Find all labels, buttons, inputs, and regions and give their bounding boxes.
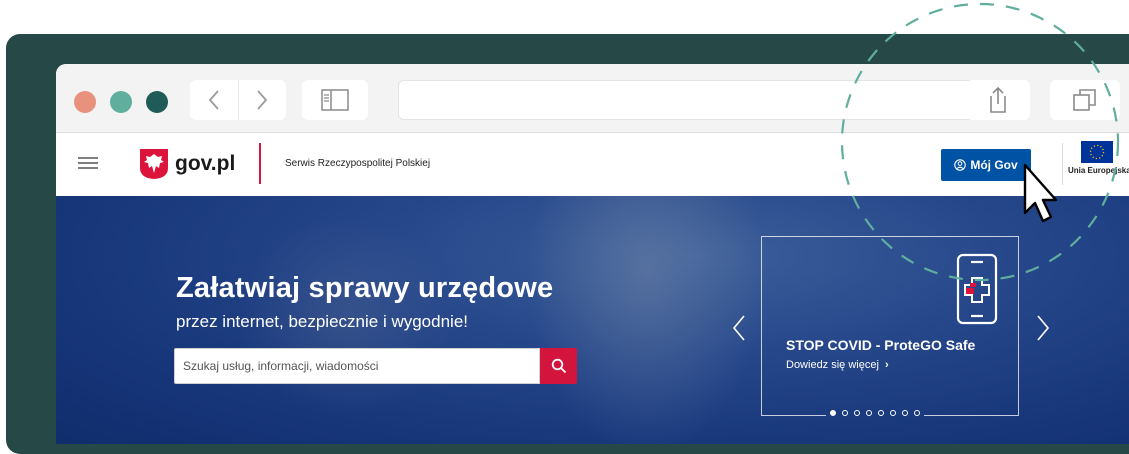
forward-button[interactable]	[239, 80, 287, 120]
search-placeholder: Szukaj usług, informacji, wiadomości	[183, 359, 379, 373]
close-window-button[interactable]	[74, 91, 96, 113]
maximize-window-button[interactable]	[146, 91, 168, 113]
sidebar-button[interactable]	[302, 80, 368, 120]
minimize-window-button[interactable]	[110, 91, 132, 113]
mouse-pointer-icon	[1023, 163, 1058, 223]
gov-logo[interactable]: gov.pl	[139, 148, 235, 180]
hamburger-menu-icon[interactable]	[78, 156, 98, 170]
chevron-left-icon	[208, 90, 219, 110]
carousel-dot[interactable]	[878, 410, 884, 416]
carousel-pagination	[826, 410, 924, 416]
sidebar-icon	[321, 89, 349, 111]
chevron-right-icon	[257, 90, 268, 110]
carousel-prev-arrow[interactable]	[732, 314, 746, 342]
gov-logo-text: gov.pl	[175, 152, 236, 175]
back-button[interactable]	[190, 80, 239, 120]
chevron-right-icon: ›	[885, 359, 889, 371]
nav-buttons	[190, 80, 286, 120]
site-tagline: Serwis Rzeczypospolitej Polskiej	[285, 158, 431, 169]
carousel-dot[interactable]	[902, 410, 908, 416]
carousel-dot[interactable]	[854, 410, 860, 416]
carousel-dot[interactable]	[914, 410, 920, 416]
hero-background-person	[526, 196, 766, 444]
carousel-next-arrow[interactable]	[1036, 314, 1050, 342]
hero-headline: Załatwiaj sprawy urzędowe	[176, 272, 554, 304]
highlight-dashed-circle	[840, 2, 1120, 282]
search-button[interactable]	[540, 348, 577, 384]
carousel-dot[interactable]	[842, 410, 848, 416]
search-input[interactable]: Szukaj usług, informacji, wiadomości	[174, 348, 540, 384]
carousel-dot[interactable]	[830, 410, 836, 416]
hero-subline: przez internet, bezpiecznie i wygodnie!	[176, 312, 468, 331]
promo-card-link[interactable]: Dowiedz się więcej ›	[786, 359, 889, 371]
carousel-dot[interactable]	[890, 410, 896, 416]
promo-card-link-text: Dowiedz się więcej	[786, 359, 879, 371]
search-icon	[551, 358, 566, 374]
promo-card-title: STOP COVID - ProteGO Safe	[786, 337, 976, 353]
polish-eagle-icon	[140, 149, 168, 179]
carousel-dot[interactable]	[866, 410, 872, 416]
header-divider	[259, 143, 261, 184]
